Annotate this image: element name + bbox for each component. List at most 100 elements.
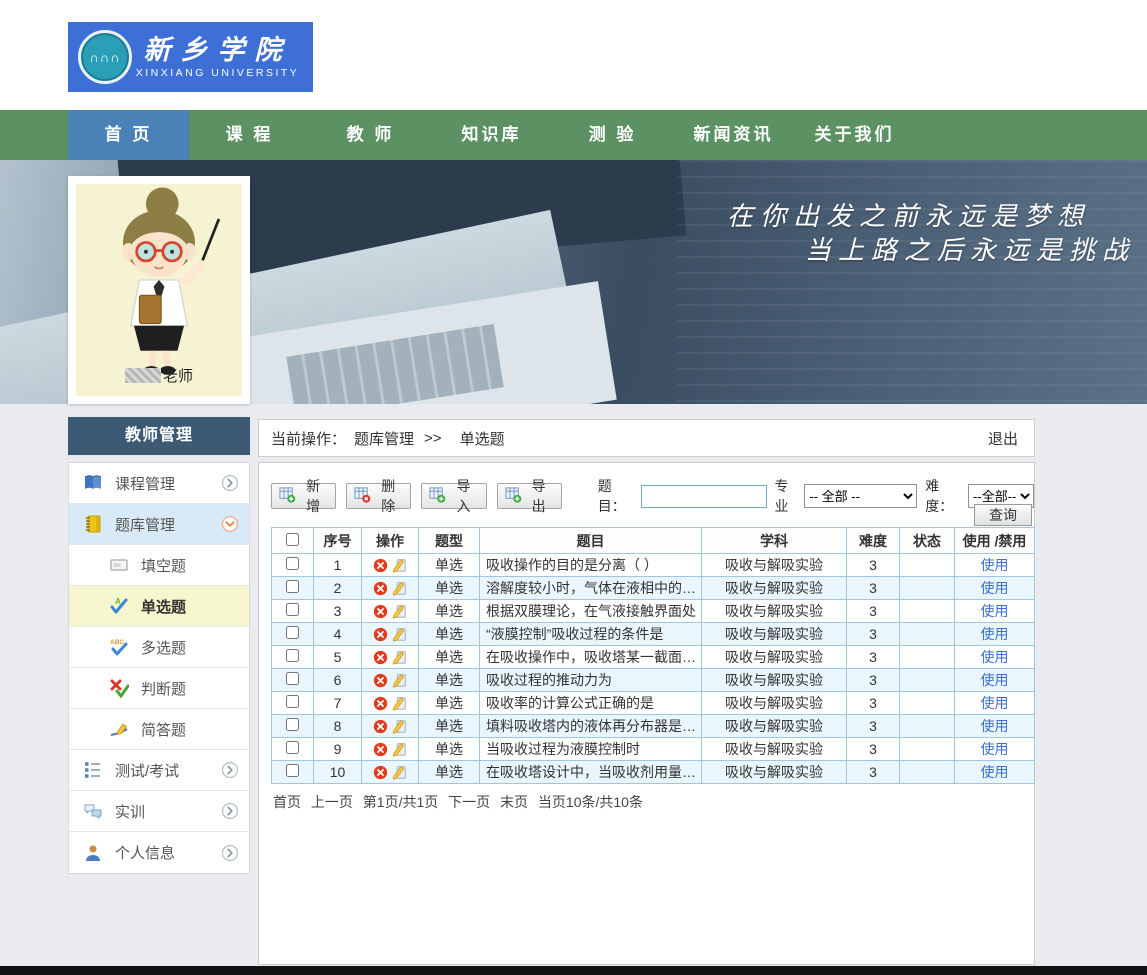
university-name-en: XINXIANG UNIVERSITY (132, 67, 303, 79)
row-checkbox[interactable] (286, 649, 299, 662)
edit-row-icon[interactable] (391, 603, 407, 619)
use-toggle-link[interactable]: 使用 (981, 626, 1009, 642)
row-checkbox[interactable] (286, 695, 299, 708)
sidebar-item[interactable]: ABC 多选题 (69, 627, 249, 668)
cell-status (900, 600, 955, 623)
edit-row-icon[interactable] (391, 718, 407, 734)
pagination-next[interactable]: 下一页 (448, 794, 490, 810)
edit-row-icon[interactable] (391, 580, 407, 596)
col-header-status: 状态 (900, 528, 955, 554)
row-checkbox[interactable] (286, 741, 299, 754)
teacher-avatar-card: 老师 (68, 176, 250, 404)
delete-row-icon[interactable] (373, 696, 388, 711)
use-toggle-link[interactable]: 使用 (981, 672, 1009, 688)
row-checkbox[interactable] (286, 718, 299, 731)
cell-type: 单选 (419, 554, 480, 577)
cell-subject: 吸收与解吸实验 (702, 577, 847, 600)
delete-row-icon[interactable] (373, 604, 388, 619)
nav-item[interactable]: 新闻资讯 (673, 110, 794, 160)
use-toggle-link[interactable]: 使用 (981, 580, 1009, 596)
delete-row-icon[interactable] (373, 719, 388, 734)
delete-row-icon[interactable] (373, 673, 388, 688)
sidebar-item-icon: A (109, 596, 131, 616)
select-all-checkbox[interactable] (286, 533, 299, 546)
edit-row-icon[interactable] (391, 672, 407, 688)
use-toggle-link[interactable]: 使用 (981, 695, 1009, 711)
pagination-first[interactable]: 首页 (273, 794, 301, 810)
cell-status (900, 554, 955, 577)
query-button[interactable]: 查询 (974, 504, 1032, 526)
sidebar-item[interactable]: A 单选题 (69, 586, 249, 627)
row-checkbox[interactable] (286, 672, 299, 685)
sidebar-item-label: 单选题 (141, 596, 186, 617)
breadcrumb-parent[interactable]: 题库管理 (354, 428, 414, 449)
cell-status (900, 692, 955, 715)
cell-status (900, 623, 955, 646)
sidebar-item[interactable]: 个人信息 (69, 832, 249, 873)
table-row: 3 单选 根据双膜理论，在气液接触界面处 吸收与解吸实验 3 使用 (272, 600, 1035, 623)
use-toggle-link[interactable]: 使用 (981, 649, 1009, 665)
use-toggle-link[interactable]: 使用 (981, 557, 1009, 573)
delete-row-icon[interactable] (373, 558, 388, 573)
main-navbar: 首 页 课 程 教 师 知识库 测 验 新闻资讯 关于我们 (0, 110, 1147, 160)
use-toggle-link[interactable]: 使用 (981, 764, 1009, 780)
delete-row-icon[interactable] (373, 742, 388, 757)
edit-row-icon[interactable] (391, 649, 407, 665)
sidebar-item[interactable]: 课程管理 (69, 463, 249, 504)
row-checkbox[interactable] (286, 603, 299, 616)
export-button[interactable]: 导出 (497, 483, 562, 509)
nav-item[interactable]: 知识库 (431, 110, 552, 160)
pagination-prev[interactable]: 上一页 (311, 794, 353, 810)
major-select[interactable]: -- 全部 -- (804, 484, 917, 508)
sidebar-item[interactable]: 实训 (69, 791, 249, 832)
edit-row-icon[interactable] (391, 764, 407, 780)
row-checkbox[interactable] (286, 580, 299, 593)
cell-status (900, 761, 955, 784)
cell-title: 吸收过程的推动力为 (480, 669, 702, 692)
nav-item[interactable]: 首 页 (68, 110, 189, 160)
use-toggle-link[interactable]: 使用 (981, 741, 1009, 757)
delete-row-icon[interactable] (373, 581, 388, 596)
sidebar-item[interactable]: 题库管理 (69, 504, 249, 545)
sidebar-item-icon (109, 678, 131, 698)
sidebar-item[interactable]: 简答题 (69, 709, 249, 750)
nav-item[interactable]: 教 师 (310, 110, 431, 160)
major-label: 专业 (775, 476, 801, 516)
use-toggle-link[interactable]: 使用 (981, 718, 1009, 734)
delete-row-icon[interactable] (373, 765, 388, 780)
table-delete-icon (354, 486, 371, 506)
edit-row-icon[interactable] (391, 626, 407, 642)
sidebar-item[interactable]: 判断题 (69, 668, 249, 709)
delete-row-icon[interactable] (373, 627, 388, 642)
title-search-input[interactable] (641, 485, 767, 508)
nav-item[interactable]: 测 验 (552, 110, 673, 160)
sidebar-item[interactable]: 测试/考试 (69, 750, 249, 791)
top-header: ∩∩∩ 新乡学院 XINXIANG UNIVERSITY (0, 0, 1147, 110)
row-checkbox[interactable] (286, 557, 299, 570)
edit-row-icon[interactable] (391, 695, 407, 711)
logout-button[interactable]: 退出 (988, 428, 1018, 449)
nav-item[interactable]: 关于我们 (794, 110, 915, 160)
add-button[interactable]: 新增 (271, 483, 336, 509)
delete-button[interactable]: 删除 (346, 483, 411, 509)
row-checkbox[interactable] (286, 764, 299, 777)
pagination-last[interactable]: 末页 (500, 794, 528, 810)
delete-row-icon[interactable] (373, 650, 388, 665)
cell-title: 在吸收操作中，吸收塔某一截面总推... (480, 646, 702, 669)
sidebar-item[interactable]: 填空题 (69, 545, 249, 586)
nav-item-label: 新闻资讯 (694, 125, 774, 144)
edit-row-icon[interactable] (391, 557, 407, 573)
use-toggle-link[interactable]: 使用 (981, 603, 1009, 619)
cell-difficulty: 3 (847, 600, 900, 623)
row-checkbox[interactable] (286, 626, 299, 639)
chevron-right-icon (221, 761, 239, 779)
nav-item[interactable]: 课 程 (189, 110, 310, 160)
sidebar-item-label: 多选题 (141, 637, 186, 658)
pagination-page-info: 第1页/共1页 (363, 794, 438, 810)
content-panel: 新增 删除 导入 导出 题目： 专业 -- 全部 -- 难度： --全部-- 查… (258, 462, 1035, 965)
university-logo[interactable]: ∩∩∩ 新乡学院 XINXIANG UNIVERSITY (68, 22, 313, 92)
delete-button-label: 删除 (376, 476, 400, 516)
import-button[interactable]: 导入 (421, 483, 486, 509)
sidebar-menu: 课程管理 题库管理 填空题 A 单选题 ABC 多选题 判断题 简答题 测试/考… (68, 462, 250, 874)
edit-row-icon[interactable] (391, 741, 407, 757)
